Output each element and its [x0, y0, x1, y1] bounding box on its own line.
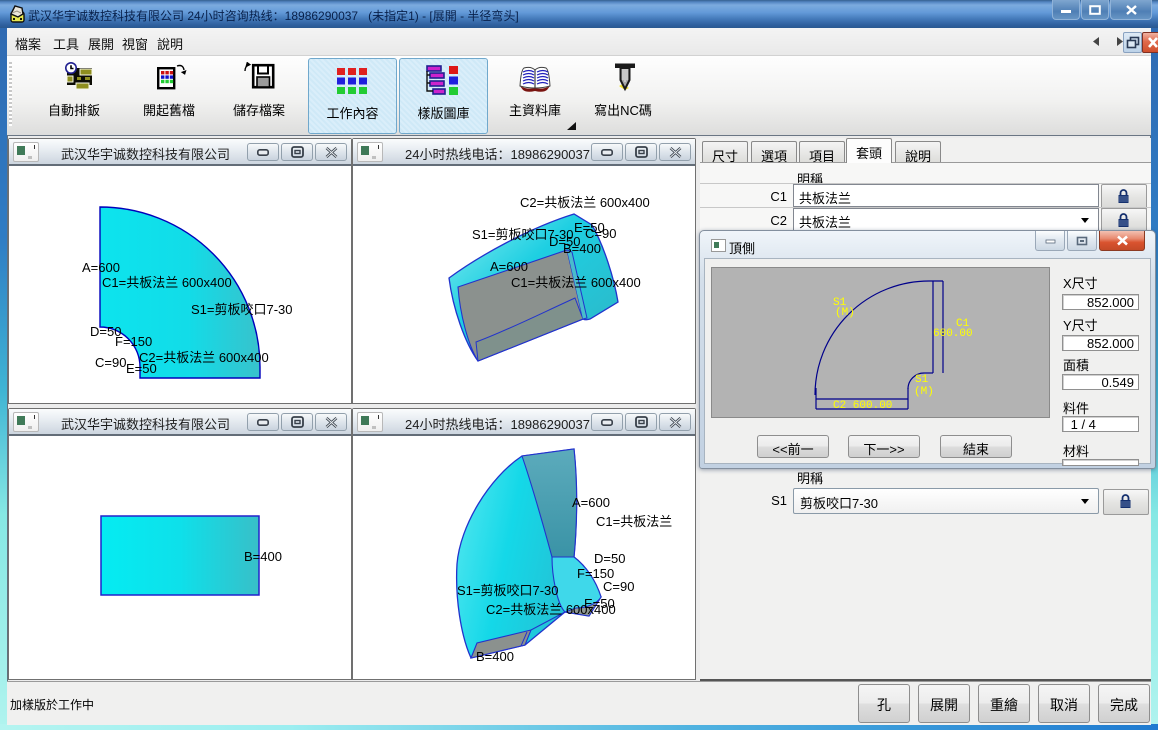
- svg-text:600.00: 600.00: [933, 328, 973, 340]
- svg-text:(M): (M): [835, 307, 855, 319]
- svg-text:S1=剪板咬口7-30: S1=剪板咬口7-30: [457, 583, 559, 598]
- svg-text:(M): (M): [914, 386, 934, 398]
- svg-text:C2 600.00: C2 600.00: [833, 400, 892, 412]
- svg-text:C=90: C=90: [603, 579, 634, 594]
- svg-text:C=90: C=90: [585, 226, 616, 241]
- svg-text:S1=剪板咬口7-30: S1=剪板咬口7-30: [191, 302, 293, 317]
- svg-text:D=50: D=50: [594, 551, 625, 566]
- svg-text:A=600: A=600: [82, 260, 120, 275]
- svg-text:F=150: F=150: [115, 334, 152, 349]
- svg-text:C2=共板法兰 600x400: C2=共板法兰 600x400: [486, 602, 616, 617]
- svg-text:C2=共板法兰 600x400: C2=共板法兰 600x400: [139, 350, 269, 365]
- svg-text:A=600: A=600: [490, 259, 528, 274]
- svg-text:C1=共板法兰 600x400: C1=共板法兰 600x400: [511, 275, 641, 290]
- svg-text:C2=共板法兰 600x400: C2=共板法兰 600x400: [520, 195, 650, 210]
- svg-text:B=400: B=400: [563, 241, 601, 256]
- svg-text:C1=共板法兰: C1=共板法兰: [596, 514, 672, 529]
- svg-text:B=400: B=400: [244, 549, 282, 564]
- svg-text:C1=共板法兰 600x400: C1=共板法兰 600x400: [102, 275, 232, 290]
- svg-text:A=600: A=600: [572, 495, 610, 510]
- svg-text:B=400: B=400: [476, 649, 514, 664]
- svg-text:E=50: E=50: [126, 361, 157, 376]
- svg-text:S1: S1: [915, 374, 929, 386]
- svg-text:C=90: C=90: [95, 355, 126, 370]
